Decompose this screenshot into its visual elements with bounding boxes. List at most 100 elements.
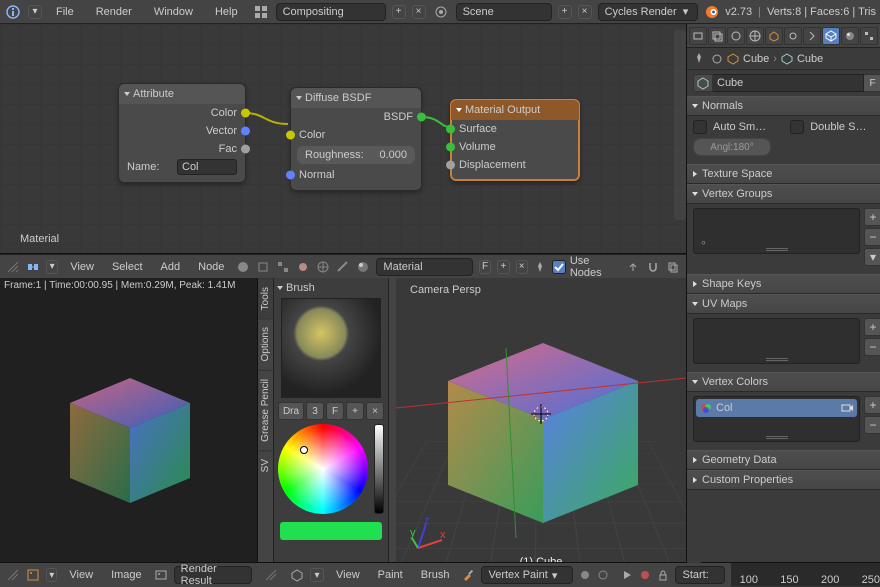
- render-engine-dropdown[interactable]: Cycles Render ▾: [598, 3, 698, 21]
- tab-constraints-icon[interactable]: [784, 27, 802, 45]
- mode-brush-icon[interactable]: [461, 568, 475, 582]
- image-datablock-dropdown[interactable]: Render Result: [174, 566, 252, 584]
- menu-add[interactable]: Add: [155, 259, 187, 275]
- brush-add[interactable]: +: [346, 402, 364, 420]
- vcolor-remove[interactable]: −: [864, 416, 880, 434]
- menu-file[interactable]: File: [48, 4, 82, 20]
- node-editor-type-expand[interactable]: ▾: [46, 260, 58, 274]
- vcolors-list[interactable]: Col: [693, 396, 860, 442]
- socket-surface-in[interactable]: [446, 125, 455, 134]
- view3d-menu-view[interactable]: View: [330, 567, 366, 583]
- view3d-menu-paint[interactable]: Paint: [372, 567, 409, 583]
- tree-type-shader-icon[interactable]: [236, 260, 250, 274]
- menu-render[interactable]: Render: [88, 4, 140, 20]
- angle-field[interactable]: Angl:180°: [693, 138, 771, 156]
- vgroup-menu[interactable]: ▾: [864, 248, 880, 266]
- screen-layout-dropdown[interactable]: Compositing: [276, 3, 386, 21]
- tab-modifiers-icon[interactable]: [803, 27, 821, 45]
- crumb-scene-icon[interactable]: [711, 53, 723, 65]
- menu-help[interactable]: Help: [207, 4, 246, 20]
- tab-render-icon[interactable]: [689, 27, 707, 45]
- section-geometry-data[interactable]: Geometry Data: [687, 450, 880, 470]
- camera-icon[interactable]: [841, 403, 853, 413]
- tooltab-tools[interactable]: Tools: [258, 278, 273, 318]
- shader-type-world-icon[interactable]: [316, 260, 330, 274]
- tree-type-comp-icon[interactable]: [256, 260, 270, 274]
- vgroup-add[interactable]: +: [864, 208, 880, 226]
- list-resize-grip[interactable]: [766, 248, 788, 251]
- image-editor-viewport[interactable]: Frame:1 | Time:00:00.95 | Mem:0.29M, Pea…: [0, 278, 257, 586]
- snap-icon[interactable]: [646, 260, 660, 274]
- color-wheel[interactable]: [278, 424, 368, 514]
- section-shape-keys[interactable]: Shape Keys: [687, 274, 880, 294]
- node-diffuse-bsdf[interactable]: Diffuse BSDF BSDF Color Roughness: 0.000…: [290, 87, 422, 191]
- node-editor-type-icon[interactable]: [26, 260, 40, 274]
- shading-1-icon[interactable]: [579, 569, 591, 581]
- uv-editor-type-expand[interactable]: ▾: [46, 568, 57, 582]
- material-link-icon[interactable]: [356, 260, 370, 274]
- material-add[interactable]: +: [497, 260, 509, 274]
- brush-users[interactable]: 3: [306, 402, 324, 420]
- datablock-icon[interactable]: [693, 74, 713, 92]
- scene-browse-icon[interactable]: [432, 3, 450, 21]
- tree-type-tex-icon[interactable]: [276, 260, 290, 274]
- start-field[interactable]: Start:: [675, 566, 725, 584]
- shading-2-icon[interactable]: [597, 569, 609, 581]
- area-corner-icon[interactable]: [6, 568, 20, 582]
- node-editor-area[interactable]: Attribute Color Vector Fac Name: Diffuse…: [0, 24, 686, 254]
- crumb-mesh-icon[interactable]: [781, 53, 793, 65]
- socket-fac-out[interactable]: [241, 145, 250, 154]
- socket-vector-out[interactable]: [241, 127, 250, 136]
- brush-preview[interactable]: [281, 298, 381, 398]
- crumb-cube-icon[interactable]: [727, 53, 739, 65]
- material-remove[interactable]: ×: [516, 260, 528, 274]
- section-normals[interactable]: Normals: [687, 96, 880, 116]
- scene-add[interactable]: +: [558, 5, 572, 19]
- material-datablock-field[interactable]: Material: [376, 258, 472, 276]
- socket-normal-in[interactable]: [286, 171, 295, 180]
- datablock-name-input[interactable]: [713, 74, 864, 92]
- go-parent-icon[interactable]: [626, 260, 640, 274]
- socket-bsdf-out[interactable]: [417, 113, 426, 122]
- view3d-type-icon[interactable]: [290, 568, 304, 582]
- record-icon[interactable]: [639, 569, 651, 581]
- image-browse-icon[interactable]: [154, 568, 168, 582]
- menu-view[interactable]: View: [64, 259, 100, 275]
- tab-material-icon[interactable]: [841, 27, 859, 45]
- tooltab-grease-pencil[interactable]: Grease Pencil: [258, 370, 273, 450]
- use-nodes-checkbox[interactable]: [552, 260, 566, 274]
- tooltab-options[interactable]: Options: [258, 318, 273, 369]
- list-resize-grip[interactable]: [766, 436, 788, 439]
- 3d-viewport[interactable]: Camera Persp: [396, 278, 686, 586]
- attr-name-input[interactable]: [177, 159, 237, 175]
- tooltab-sv[interactable]: SV: [258, 450, 273, 480]
- section-texture-space[interactable]: Texture Space: [687, 164, 880, 184]
- scene-dropdown[interactable]: Scene: [456, 3, 552, 21]
- area-corner-icon[interactable]: [6, 260, 20, 274]
- layout-add[interactable]: +: [392, 5, 406, 19]
- layout-browse-icon[interactable]: [252, 3, 270, 21]
- tab-world-icon[interactable]: [746, 27, 764, 45]
- shader-type-line-icon[interactable]: [336, 260, 350, 274]
- tab-object-icon[interactable]: [765, 27, 783, 45]
- node-attribute[interactable]: Attribute Color Vector Fac Name:: [118, 83, 246, 183]
- section-custom-props[interactable]: Custom Properties: [687, 470, 880, 490]
- socket-volume-in[interactable]: [446, 143, 455, 152]
- section-vertex-groups[interactable]: Vertex Groups: [687, 184, 880, 204]
- tab-renderlayers-icon[interactable]: [708, 27, 726, 45]
- auto-smooth-checkbox[interactable]: [693, 120, 707, 134]
- node-editor-scrollbar[interactable]: [674, 30, 686, 220]
- tab-objectdata-icon[interactable]: [822, 27, 840, 45]
- vgroup-remove[interactable]: −: [864, 228, 880, 246]
- section-uv-maps[interactable]: UV Maps: [687, 294, 880, 314]
- color-wheel-cursor[interactable]: [300, 446, 308, 454]
- value-slider[interactable]: [374, 424, 384, 514]
- menu-node[interactable]: Node: [192, 259, 230, 275]
- uvmaps-list[interactable]: [693, 318, 860, 364]
- current-color-swatch[interactable]: [280, 522, 382, 540]
- layout-remove[interactable]: ×: [412, 5, 426, 19]
- material-fake-user[interactable]: F: [479, 260, 491, 274]
- copy-icon[interactable]: [666, 260, 680, 274]
- interaction-mode-dropdown[interactable]: Vertex Paint ▾: [481, 566, 573, 584]
- uvmap-add[interactable]: +: [864, 318, 880, 336]
